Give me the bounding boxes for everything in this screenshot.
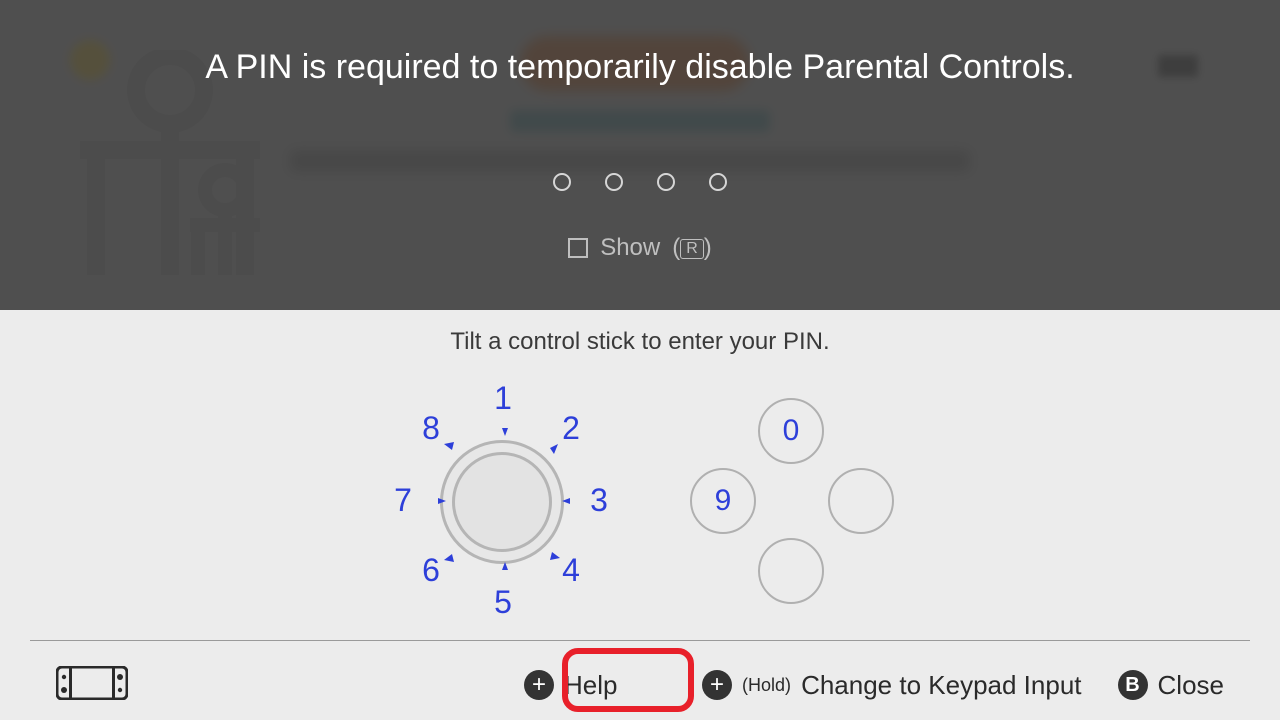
footer: + Help + (Hold) Change to Keypad Input B… (0, 650, 1280, 720)
control-stick-wheel[interactable]: 1 2 3 4 5 6 7 8 (380, 370, 630, 620)
hold-label: (Hold) (742, 675, 791, 696)
face-button-cluster[interactable]: 0 9 (700, 390, 930, 620)
help-button[interactable]: + Help (524, 650, 617, 720)
pin-prompt-overlay (0, 0, 1280, 310)
pin-dot-2 (605, 173, 623, 191)
pin-dot-4 (709, 173, 727, 191)
plus-icon: + (702, 670, 732, 700)
show-pin-checkbox[interactable] (568, 238, 588, 258)
change-input-button[interactable]: + (Hold) Change to Keypad Input (702, 670, 1081, 701)
wheel-num-1[interactable]: 1 (488, 380, 518, 417)
prompt-title: A PIN is required to temporarily disable… (0, 48, 1280, 87)
wheel-num-5[interactable]: 5 (488, 584, 518, 621)
wheel-num-6[interactable]: 6 (416, 552, 446, 589)
close-button[interactable]: B Close (1118, 670, 1224, 701)
stick-ring-inner (452, 452, 552, 552)
face-button-right[interactable] (828, 468, 894, 534)
b-icon: B (1118, 670, 1148, 700)
close-label: Close (1158, 670, 1224, 701)
instruction-text: Tilt a control stick to enter your PIN. (0, 328, 1280, 356)
wheel-num-2[interactable]: 2 (556, 410, 586, 447)
face-button-bottom[interactable] (758, 538, 824, 604)
wheel-num-3[interactable]: 3 (584, 482, 614, 519)
help-label: Help (564, 670, 617, 701)
show-pin-toggle[interactable]: Show (R) (0, 234, 1280, 262)
pin-indicator (0, 173, 1280, 191)
wheel-num-8[interactable]: 8 (416, 410, 446, 447)
face-button-top[interactable]: 0 (758, 398, 824, 464)
pin-dot-1 (553, 173, 571, 191)
show-pin-label: Show (600, 234, 660, 262)
footer-divider (30, 640, 1250, 641)
wheel-num-7[interactable]: 7 (388, 482, 418, 519)
wheel-num-4[interactable]: 4 (556, 552, 586, 589)
plus-icon: + (524, 670, 554, 700)
change-input-label: Change to Keypad Input (801, 670, 1081, 701)
pin-dot-3 (657, 173, 675, 191)
controller-icon (56, 666, 128, 705)
face-button-left[interactable]: 9 (690, 468, 756, 534)
r-button-glyph: R (680, 239, 704, 259)
